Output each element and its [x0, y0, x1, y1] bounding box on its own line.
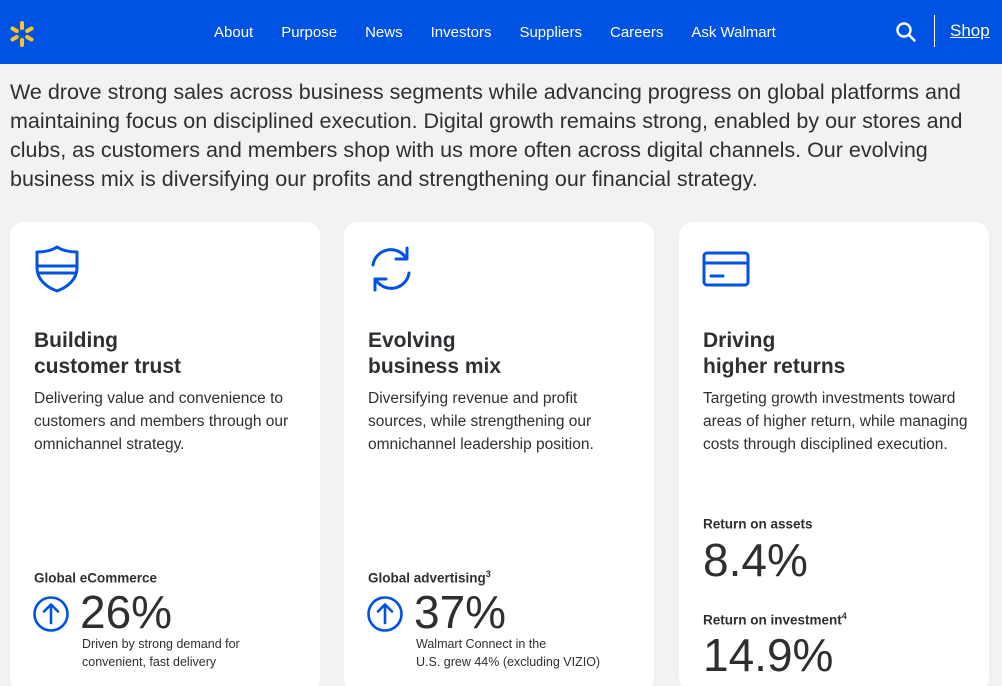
card-higher-returns: Driving higher returns Targeting growth … [679, 222, 989, 686]
card-title: Driving higher returns [703, 328, 845, 380]
card-title-line1: Driving [703, 329, 776, 352]
metric-value: 26% [80, 586, 173, 638]
nav-careers[interactable]: Careers [610, 24, 663, 41]
card-description: Delivering value and convenience to cust… [34, 390, 289, 453]
walmart-spark-icon[interactable] [8, 20, 36, 48]
card-customer-trust: Building customer trust Delivering value… [10, 222, 320, 686]
card-title-line1: Building [34, 329, 118, 352]
shield-icon [35, 245, 79, 293]
metric-label: Global advertising3 [368, 569, 491, 586]
card-title-line2: higher returns [703, 355, 846, 378]
metric-note-line1: Walmart Connect in the [416, 637, 547, 651]
nav-purpose[interactable]: Purpose [281, 24, 337, 41]
metric-label: Return on assets [703, 515, 813, 532]
metric-note: Walmart Connect in the U.S. grew 44% (ex… [416, 635, 646, 671]
credit-card-icon [702, 251, 750, 287]
top-nav-bar: About Purpose News Investors Suppliers C… [0, 0, 1002, 64]
arrow-up-circle-icon [367, 596, 403, 632]
metric-note-line2: convenient, fast delivery [82, 655, 217, 669]
metric-label-text: Return on assets [703, 516, 813, 532]
metric-value: 14.9% [703, 629, 834, 681]
footnote-marker: 4 [841, 611, 847, 621]
header-divider [934, 15, 935, 47]
metric-note-line1: Driven by strong demand for [82, 637, 240, 651]
arrow-up-circle-icon [33, 596, 69, 632]
card-title-line2: business mix [368, 355, 502, 378]
footnote-marker: 3 [485, 569, 491, 579]
nav-ask-walmart[interactable]: Ask Walmart [691, 24, 775, 41]
refresh-icon [371, 246, 411, 292]
nav-about[interactable]: About [214, 24, 253, 41]
card-title: Evolving business mix [368, 328, 501, 380]
nav-investors[interactable]: Investors [431, 24, 492, 41]
nav-news[interactable]: News [365, 24, 403, 41]
card-business-mix: Evolving business mix Diversifying reven… [344, 222, 654, 686]
card-description: Targeting growth investments toward area… [703, 390, 968, 453]
metric-value: 8.4% [703, 534, 808, 586]
metric-value: 37% [414, 586, 507, 638]
metric-note: Driven by strong demand for convenient, … [82, 635, 312, 671]
main-nav: About Purpose News Investors Suppliers C… [200, 0, 790, 64]
card-title-line2: customer trust [34, 355, 182, 378]
intro-paragraph: We drove strong sales across business se… [10, 80, 963, 191]
card-description: Diversifying revenue and profit sources,… [368, 390, 594, 453]
metric-label-text: Global eCommerce [34, 570, 158, 586]
card-title-line1: Evolving [368, 329, 456, 352]
shop-link[interactable]: Shop [950, 21, 990, 41]
metric-label: Global eCommerce [34, 569, 157, 586]
search-icon[interactable] [895, 21, 917, 43]
metric-label: Return on investment4 [703, 611, 847, 628]
metric-note-line2: U.S. grew 44% (excluding VIZIO) [416, 655, 601, 669]
card-title: Building customer trust [34, 328, 181, 380]
metric-label-text: Global advertising [368, 570, 486, 586]
metric-label-text: Return on investment [703, 612, 842, 628]
nav-suppliers[interactable]: Suppliers [519, 24, 582, 41]
